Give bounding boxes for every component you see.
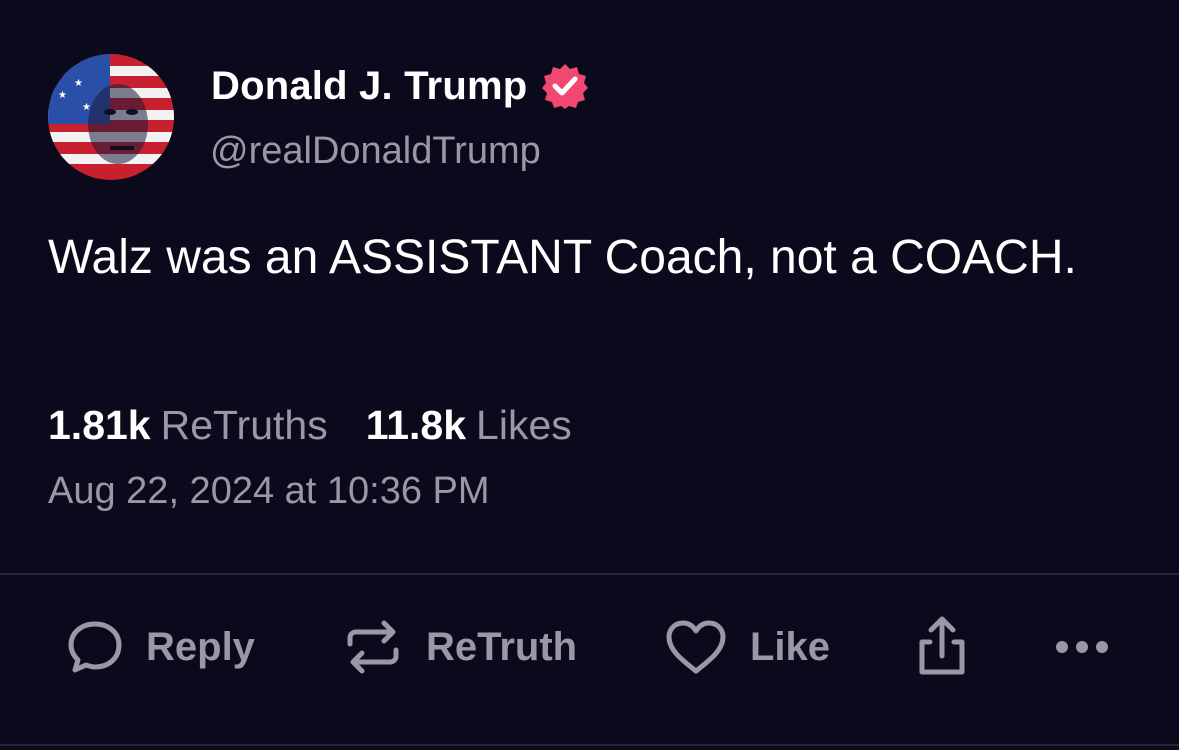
heart-icon	[664, 618, 728, 676]
svg-text:★: ★	[58, 90, 67, 101]
author-name-row[interactable]: Donald J. Trump	[211, 62, 589, 110]
likes-stat[interactable]: 11.8k Likes	[366, 402, 572, 449]
divider-bottom	[0, 744, 1179, 746]
svg-text:★: ★	[74, 78, 83, 89]
likes-label: Likes	[476, 402, 572, 448]
share-icon	[912, 614, 972, 680]
author-display-name[interactable]: Donald J. Trump	[211, 64, 527, 109]
svg-text:★: ★	[58, 66, 67, 77]
retruth-icon	[342, 616, 404, 678]
retruths-stat[interactable]: 1.81k ReTruths	[48, 402, 328, 449]
post-timestamp: Aug 22, 2024 at 10:36 PM	[48, 470, 490, 512]
retruths-count: 1.81k	[48, 402, 151, 448]
like-label: Like	[750, 624, 831, 669]
reply-button[interactable]: Reply	[66, 612, 255, 682]
like-button[interactable]: Like	[664, 612, 830, 682]
reply-icon	[66, 618, 124, 676]
share-button[interactable]	[912, 612, 972, 682]
retruth-label: ReTruth	[426, 624, 578, 669]
reply-label: Reply	[146, 624, 255, 669]
post-card: ★ ★ ★ ★ Donald J. Trump @realDonaldTrump…	[0, 0, 1179, 750]
more-icon	[1052, 637, 1112, 657]
avatar[interactable]: ★ ★ ★ ★	[48, 54, 174, 180]
more-button[interactable]	[1052, 612, 1112, 682]
retruths-label: ReTruths	[160, 402, 328, 448]
verified-badge-icon	[541, 62, 589, 110]
divider	[0, 573, 1179, 575]
post-text: Walz was an ASSISTANT Coach, not a COACH…	[48, 231, 1077, 284]
post-stats: 1.81k ReTruths 11.8k Likes	[48, 402, 572, 449]
author-handle[interactable]: @realDonaldTrump	[210, 130, 541, 173]
likes-count: 11.8k	[365, 402, 467, 448]
retruth-button[interactable]: ReTruth	[342, 612, 577, 682]
